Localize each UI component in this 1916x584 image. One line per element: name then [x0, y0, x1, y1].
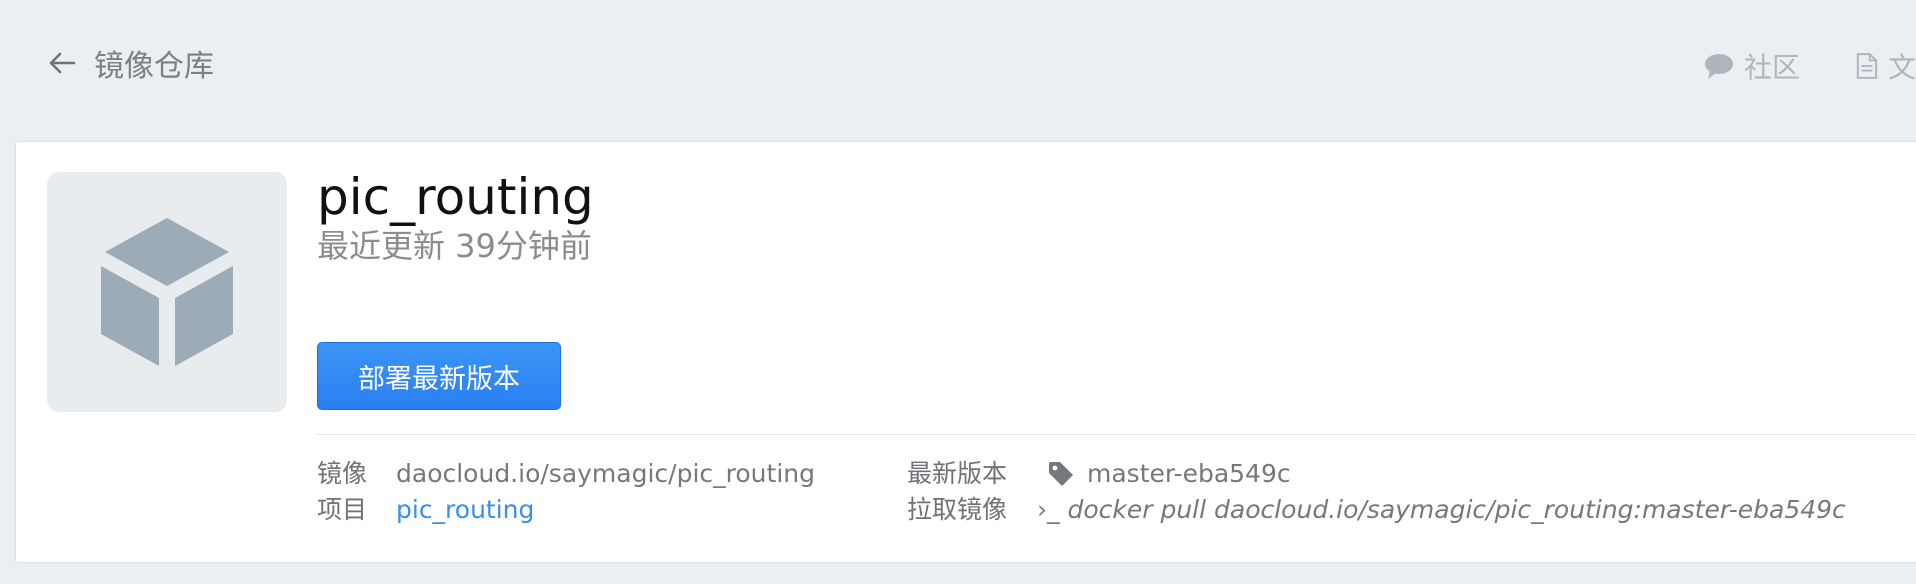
- divider: [317, 434, 1916, 435]
- last-updated: 最近更新 39分钟前: [317, 227, 592, 265]
- latest-row: 最新版本: [907, 456, 1007, 492]
- tag-icon: [1049, 462, 1073, 486]
- project-value-wrap: pic_routing: [396, 492, 534, 528]
- cube-icon: [101, 218, 233, 366]
- pull-command[interactable]: docker pull daocloud.io/saymagic/pic_rou…: [1067, 495, 1845, 524]
- nav-docs-label: 文: [1887, 51, 1916, 84]
- top-bar: 镜像仓库 社区 文: [0, 0, 1916, 140]
- latest-value-wrap: master-eba549c: [1047, 456, 1291, 492]
- arrow-left-icon: [49, 52, 76, 74]
- top-nav: 社区 文: [1648, 46, 1916, 86]
- image-value: daocloud.io/saymagic/pic_routing: [396, 459, 815, 488]
- back-link[interactable]: 镜像仓库: [48, 40, 214, 86]
- project-label: 项目: [317, 495, 368, 524]
- comment-icon: [1704, 54, 1733, 79]
- deploy-latest-button[interactable]: 部署最新版本: [317, 342, 561, 410]
- project-link[interactable]: pic_routing: [396, 495, 534, 524]
- repo-name: pic_routing: [317, 168, 594, 226]
- document-icon: [1856, 53, 1878, 79]
- nav-docs[interactable]: 文: [1856, 46, 1916, 86]
- image-row: 镜像: [317, 456, 367, 492]
- pull-command-wrap: ›_ docker pull daocloud.io/saymagic/pic_…: [1037, 492, 1846, 528]
- nav-community[interactable]: 社区: [1704, 46, 1800, 86]
- terminal-icon: ›_: [1037, 495, 1060, 524]
- image-label: 镜像: [317, 459, 368, 488]
- project-row: 项目: [317, 492, 367, 528]
- repo-thumbnail: [47, 172, 287, 412]
- repo-card: pic_routing 最近更新 39分钟前 部署最新版本 镜像 daoclou…: [15, 141, 1916, 563]
- pull-label: 拉取镜像: [907, 495, 1008, 524]
- back-label: 镜像仓库: [94, 49, 214, 84]
- latest-version: master-eba549c: [1087, 459, 1291, 488]
- pull-row: 拉取镜像: [907, 492, 1007, 528]
- latest-label: 最新版本: [907, 459, 1008, 488]
- image-value-wrap: daocloud.io/saymagic/pic_routing: [396, 456, 815, 492]
- nav-community-label: 社区: [1743, 51, 1800, 84]
